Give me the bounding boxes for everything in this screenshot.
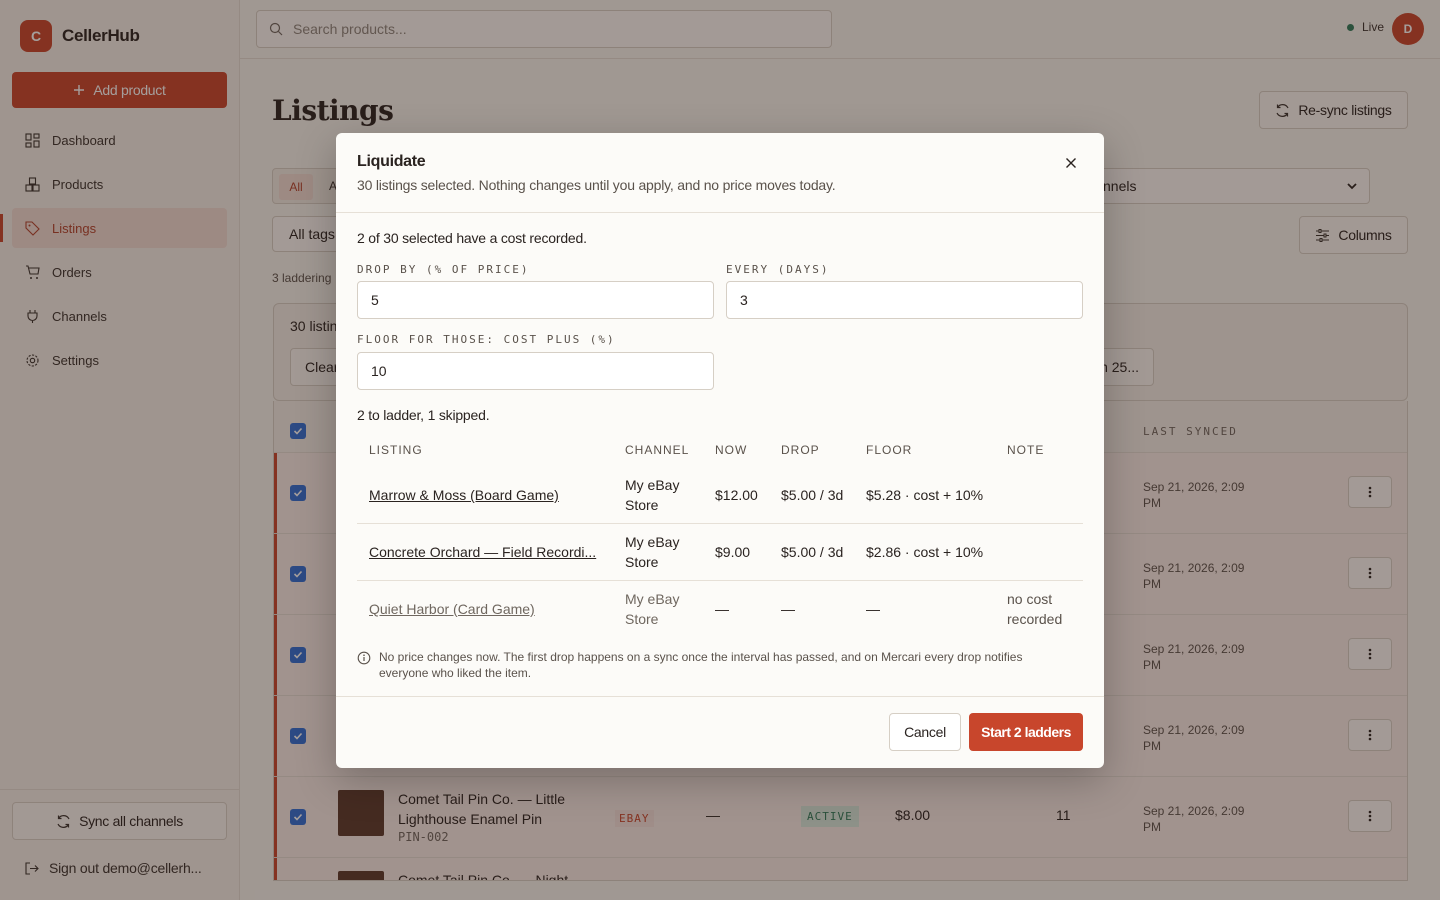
floor-input[interactable]: 10 [357,352,714,390]
row-channel: My eBay Store [625,477,680,513]
col-channel: CHANNEL [625,443,690,457]
col-now: NOW [715,443,748,457]
row-drop: — [781,601,795,617]
ladder-row-skipped: Quiet Harbor (Card Game) My eBay Store —… [357,581,1083,638]
start-ladders-button[interactable]: Start 2 ladders [969,713,1083,751]
every-days-label: EVERY (DAYS) [726,263,830,276]
cancel-button[interactable]: Cancel [889,713,961,751]
ladder-preview-table: LISTING CHANNEL NOW DROP FLOOR NOTE Marr… [357,433,1083,638]
row-note: no cost recorded [1007,591,1063,627]
close-button[interactable] [1061,153,1081,173]
every-days-input[interactable]: 3 [726,281,1083,319]
info-text: No price changes now. The first drop hap… [379,650,1023,680]
drop-by-label: DROP BY (% OF PRICE) [357,263,530,276]
listing-link[interactable]: Quiet Harbor (Card Game) [369,599,597,619]
floor-label: FLOOR FOR THOSE: COST PLUS (%) [357,333,616,346]
col-listing: LISTING [369,443,423,457]
row-now: — [715,601,729,617]
row-drop: $5.00 / 3d [781,544,844,560]
col-drop: DROP [781,443,820,457]
listing-link[interactable]: Concrete Orchard — Field Recordi... [369,542,597,562]
row-floor: — [866,601,880,617]
drop-by-input[interactable]: 5 [357,281,714,319]
divider [336,212,1104,213]
row-floor: $5.28 · cost + 10% [866,487,984,503]
ladder-table-header: LISTING CHANNEL NOW DROP FLOOR NOTE [357,433,1083,467]
col-floor: FLOOR [866,443,913,457]
close-icon [1066,158,1076,168]
dialog-subtitle: 30 listings selected. Nothing changes un… [357,177,836,193]
ladder-row: Concrete Orchard — Field Recordi... My e… [357,524,1083,581]
row-now: $9.00 [715,544,751,560]
liquidate-dialog: Liquidate 30 listings selected. Nothing … [336,133,1104,768]
info-note: No price changes now. The first drop hap… [357,649,1067,681]
col-note: NOTE [1007,443,1045,457]
info-icon [357,651,371,665]
dialog-title: Liquidate [357,153,426,170]
row-drop: $5.00 / 3d [781,487,844,503]
divider [336,696,1104,697]
row-channel: My eBay Store [625,591,680,627]
ladder-summary: 2 to ladder, 1 skipped. [357,407,490,423]
row-now: $12.00 [715,487,758,503]
listing-link[interactable]: Marrow & Moss (Board Game) [369,485,597,505]
row-floor: $2.86 · cost + 10% [866,544,984,560]
ladder-row: Marrow & Moss (Board Game) My eBay Store… [357,467,1083,524]
cost-note: 2 of 30 selected have a cost recorded. [357,230,587,246]
row-channel: My eBay Store [625,534,680,570]
